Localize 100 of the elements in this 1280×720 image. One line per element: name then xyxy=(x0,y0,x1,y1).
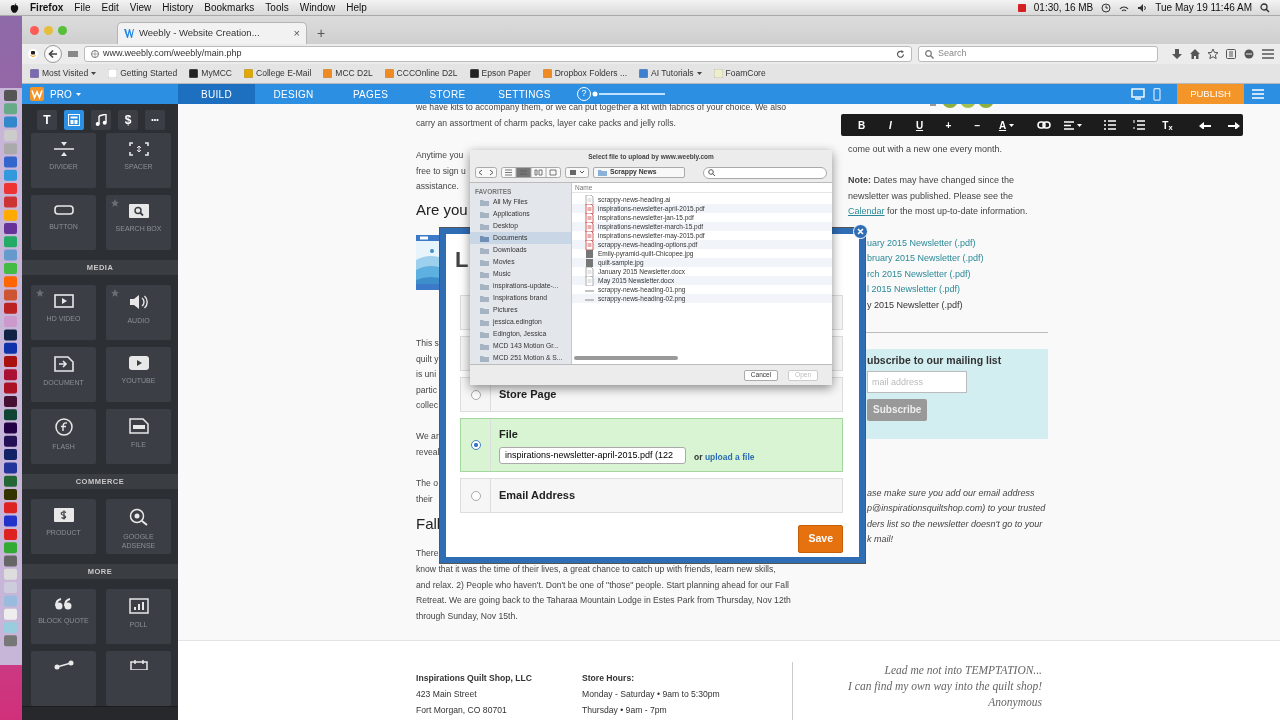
bookmark-link[interactable]: Getting Started xyxy=(108,67,178,80)
volume-icon[interactable] xyxy=(1137,2,1148,13)
apple-menu-icon[interactable] xyxy=(10,2,19,13)
link-option[interactable]: File inspirations-newsletter-april-2015.pdf (122 or upload a file xyxy=(460,418,843,472)
quote-icon xyxy=(53,598,74,610)
caret-icon[interactable] xyxy=(696,72,702,75)
star-icon xyxy=(111,289,119,297)
format-button[interactable]: A xyxy=(992,114,1021,136)
speaker-icon xyxy=(128,294,149,310)
chat-icon[interactable] xyxy=(1244,49,1254,59)
bar-chart-icon xyxy=(128,598,149,614)
image-file-icon xyxy=(585,248,594,259)
search-icon xyxy=(925,49,934,59)
app-menu[interactable]: Firefox xyxy=(30,0,64,15)
arrange-button[interactable] xyxy=(565,167,589,178)
format-button[interactable]: − xyxy=(963,114,992,136)
bookmark-icon xyxy=(323,69,333,78)
list-icon[interactable] xyxy=(1226,49,1236,59)
newsletter-text: y 2015 Newsletter (.pdf) xyxy=(867,298,963,312)
menu-icon[interactable] xyxy=(1262,49,1274,59)
tool-tab[interactable]: T xyxy=(37,110,57,130)
newsletter-link[interactable]: uary 2015 Newsletter (.pdf) xyxy=(867,235,976,252)
bookmark-link[interactable]: Epson Paper xyxy=(469,67,531,80)
reload-icon[interactable] xyxy=(896,49,905,59)
new-tab-button[interactable]: + xyxy=(317,22,326,44)
format-button[interactable]: T$_{x}$ xyxy=(1153,114,1182,136)
note-text: Note: Dates may have changed since the newsletter was published. Please see the Calendar for the most up-to-date information. xyxy=(848,174,1029,219)
menu-item[interactable]: Tools xyxy=(265,0,289,15)
newsletter-link[interactable]: bruary 2015 Newsletter (.pdf) xyxy=(867,251,984,267)
calendar-link[interactable]: Calendar xyxy=(848,206,885,217)
view-mode-buttons[interactable] xyxy=(501,167,561,178)
radio-button[interactable] xyxy=(470,389,481,400)
bookmark-icon xyxy=(542,69,552,78)
newsletter-link[interactable]: rch 2015 Newsletter (.pdf) xyxy=(867,266,971,283)
caret-icon[interactable] xyxy=(91,72,97,75)
newsletter-link[interactable]: l 2015 Newsletter (.pdf) xyxy=(867,282,961,298)
menu-item[interactable]: Bookmarks xyxy=(204,0,255,15)
format-button[interactable]: I xyxy=(876,114,905,136)
record-icon[interactable] xyxy=(1017,3,1026,12)
browser-tab[interactable]: Weebly - Website Creation... × xyxy=(117,22,307,44)
bookmark-star-icon[interactable] xyxy=(1208,49,1218,59)
menu-item[interactable]: View xyxy=(129,0,152,15)
format-button[interactable]: U xyxy=(905,114,934,136)
section-heading: Fall xyxy=(416,514,441,535)
bookmark-link[interactable]: College E-Mail xyxy=(244,67,312,80)
signup-title: ubscribe to our mailing list xyxy=(867,352,1003,368)
caret-icon[interactable] xyxy=(1009,123,1015,127)
pill-icon xyxy=(53,204,74,216)
clock-icon[interactable] xyxy=(1101,2,1112,13)
download-icon[interactable] xyxy=(1172,49,1182,59)
bookmark-link[interactable]: AI Tutorials xyxy=(639,67,702,80)
upload-link[interactable]: upload a file xyxy=(704,452,755,462)
menu-item[interactable]: Help xyxy=(346,0,367,15)
back-button[interactable] xyxy=(44,45,62,63)
link-option[interactable]: Email Address xyxy=(460,478,843,513)
back-forward-button[interactable] xyxy=(475,167,497,178)
element-tile[interactable] xyxy=(31,651,96,706)
price-icon xyxy=(53,508,74,522)
search-icon[interactable] xyxy=(1260,2,1270,13)
editor-tab[interactable]: BUILD xyxy=(178,84,255,104)
menu-item[interactable]: File xyxy=(74,0,91,15)
mobile-icon[interactable] xyxy=(1153,87,1161,101)
bookmark-link[interactable]: MyMCC xyxy=(189,67,232,80)
desktop-icon[interactable] xyxy=(1131,88,1145,100)
address-bar[interactable]: www.weebly.com/weebly/main.php xyxy=(84,46,912,62)
paragraph: Anytime you free to sign u assistance. xyxy=(416,149,466,194)
pdf-file-icon xyxy=(585,221,594,232)
format-button[interactable]: + xyxy=(934,114,963,136)
connector-icon xyxy=(53,660,74,670)
format-button[interactable]: B xyxy=(847,114,876,136)
element-tile[interactable] xyxy=(106,651,171,706)
bookmark-link[interactable]: FoamCore xyxy=(713,67,766,80)
logo-icon[interactable] xyxy=(30,87,44,101)
menu-clock[interactable]: Tue May 19 11:46 AM xyxy=(1155,0,1252,15)
search-field[interactable]: Search xyxy=(918,46,1158,62)
bookmark-link[interactable]: MCC D2L xyxy=(323,67,373,80)
caret-icon[interactable] xyxy=(1076,123,1082,127)
tool-tab[interactable] xyxy=(91,110,111,130)
pdf-file-icon xyxy=(585,203,594,214)
section-heading: Are you xyxy=(416,199,468,220)
home-icon[interactable] xyxy=(1190,49,1200,59)
paragraph: There know that it was the time of their lives, a great chance to catch up with friends, learn new skills, and relax. 2) People who haven't. Don't be one of "those" people. Start planning ahead for our Fall Retreat. We are going back to the Taharaa Mountain Lodge in Estes Park from Thursday, Nov 12th through Sunday, Nov 15th. xyxy=(416,547,791,623)
bookmark-link[interactable]: CCCOnline D2L xyxy=(384,67,458,80)
email-field[interactable]: mail address xyxy=(867,371,967,394)
file-name-field[interactable]: inspirations-newsletter-april-2015.pdf (122 xyxy=(499,446,686,464)
bookmark-icon xyxy=(30,69,39,78)
close-tab-button[interactable]: × xyxy=(293,25,300,42)
scrollbar[interactable] xyxy=(574,356,678,360)
radio-button[interactable] xyxy=(470,440,481,450)
tool-tab[interactable]: $ xyxy=(118,110,138,130)
align-icon xyxy=(1063,120,1074,130)
radio-button[interactable] xyxy=(470,490,481,501)
menu-item[interactable]: Edit xyxy=(101,0,119,15)
bookmark-icon xyxy=(189,69,199,78)
menu-item[interactable]: History xyxy=(162,0,194,15)
bookmark-link[interactable]: Most Visited xyxy=(30,67,97,80)
bookmark-link[interactable]: Dropbox Folders ... xyxy=(542,67,627,80)
menu-item[interactable]: Window xyxy=(299,0,336,15)
search-field[interactable] xyxy=(703,166,827,179)
notice-text: ase make sure you add our email address p@inspirationsquiltshop.com) to your trusted ders list so the newsletter doesn't go to your k mail! xyxy=(866,486,1047,547)
